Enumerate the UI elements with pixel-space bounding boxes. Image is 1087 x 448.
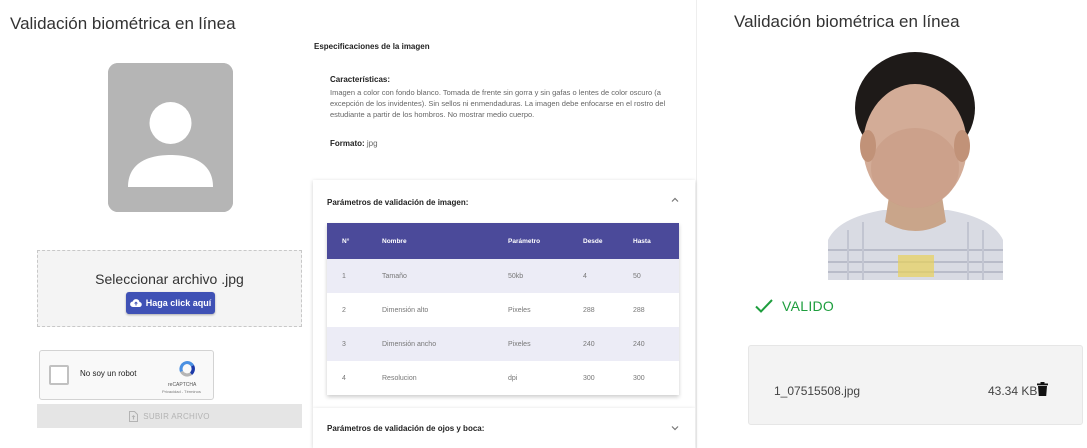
table-cell: 2 — [327, 293, 367, 327]
table-cell: 288 — [568, 293, 618, 327]
table-cell: dpi — [493, 361, 568, 395]
recaptcha-checkbox[interactable] — [49, 365, 69, 385]
table-cell: 240 — [568, 327, 618, 361]
characteristics-title: Características: — [330, 75, 391, 84]
table-row: 3 Dimensión ancho Pixeles 240 240 — [327, 327, 679, 361]
result-panel: Validación biométrica en línea VALIDO 1_… — [720, 0, 1087, 448]
table-cell: Pixeles — [493, 327, 568, 361]
avatar-placeholder — [108, 63, 233, 212]
table-cell: Resolucion — [367, 361, 493, 395]
column-header: Nombre — [367, 223, 493, 259]
validation-status: VALIDO — [754, 298, 834, 314]
file-upload-icon — [129, 410, 139, 422]
upload-panel: Validación biométrica en línea Seleccion… — [0, 0, 697, 448]
upload-label: Seleccionar archivo .jpg — [95, 271, 244, 287]
table-cell: Dimensión ancho — [367, 327, 493, 361]
recaptcha-label: No soy un robot — [80, 369, 137, 378]
file-size: 43.34 KB — [988, 384, 1038, 398]
uploaded-photo-image — [828, 50, 1003, 280]
submit-file-button[interactable]: SUBIR ARCHIVO — [37, 404, 302, 428]
table-cell: 288 — [618, 293, 679, 327]
chevron-down-icon[interactable] — [670, 423, 680, 433]
recaptcha-links[interactable]: Privacidad - Términos — [162, 389, 201, 394]
table-cell: Tamaño — [367, 259, 493, 293]
validation-status-label: VALIDO — [782, 298, 835, 314]
check-icon — [755, 299, 773, 313]
cloud-upload-icon — [129, 299, 142, 308]
result-title: Validación biométrica en línea — [734, 12, 960, 31]
page-title: Validación biométrica en línea — [10, 14, 236, 33]
table-cell: Dimensión alto — [367, 293, 493, 327]
column-header: Hasta — [618, 223, 679, 259]
user-silhouette-icon — [108, 63, 233, 212]
table-cell: 240 — [618, 327, 679, 361]
table-cell: 300 — [568, 361, 618, 395]
table-row: 2 Dimensión alto Pixeles 288 288 — [327, 293, 679, 327]
image-params-title[interactable]: Parámetros de validación de imagen: — [327, 198, 468, 207]
table-header-row: N° Nombre Parámetro Desde Hasta — [327, 223, 679, 259]
characteristics-text: Imagen a color con fondo blanco. Tomada … — [330, 88, 666, 119]
format-label: Formato: — [330, 139, 365, 148]
table-cell: 1 — [327, 259, 367, 293]
chevron-up-icon[interactable] — [670, 195, 680, 205]
table-row: 1 Tamaño 50kb 4 50 — [327, 259, 679, 293]
file-drop-zone[interactable]: Seleccionar archivo .jpg Haga click aquí — [37, 250, 302, 327]
table-cell: 4 — [327, 361, 367, 395]
recaptcha-brand: reCAPTCHA — [168, 382, 197, 388]
column-header: Parámetro — [493, 223, 568, 259]
uploaded-photo — [828, 50, 1003, 280]
eyes-mouth-params-panel[interactable]: Parámetros de validación de ojos y boca: — [313, 408, 695, 448]
uploaded-file-card: 1_07515508.jpg 43.34 KB — [748, 345, 1083, 425]
spec-title: Especificaciones de la imagen — [314, 42, 430, 51]
format-value: jpg — [366, 139, 378, 148]
table-row: 4 Resolucion dpi 300 300 — [327, 361, 679, 395]
table-cell: 300 — [618, 361, 679, 395]
column-header: N° — [327, 223, 367, 259]
image-params-panel: Parámetros de validación de imagen: N° N… — [313, 180, 695, 408]
eyes-mouth-params-title[interactable]: Parámetros de validación de ojos y boca: — [327, 424, 484, 433]
trash-icon[interactable] — [1037, 382, 1048, 396]
table-cell: Pixeles — [493, 293, 568, 327]
column-header: Desde — [568, 223, 618, 259]
file-name: 1_07515508.jpg — [774, 384, 861, 398]
upload-button[interactable]: Haga click aquí — [126, 292, 215, 314]
submit-button-label: SUBIR ARCHIVO — [143, 411, 210, 421]
table-cell: 3 — [327, 327, 367, 361]
recaptcha-widget: No soy un robot reCAPTCHA Privacidad - T… — [39, 350, 214, 400]
image-params-table: N° Nombre Parámetro Desde Hasta 1 Tamaño… — [327, 223, 679, 395]
table-cell: 50kb — [493, 259, 568, 293]
recaptcha-logo-icon — [179, 360, 195, 377]
upload-button-label: Haga click aquí — [145, 298, 212, 308]
table-cell: 50 — [618, 259, 679, 293]
format-line: Formato: jpg — [330, 139, 378, 148]
table-cell: 4 — [568, 259, 618, 293]
